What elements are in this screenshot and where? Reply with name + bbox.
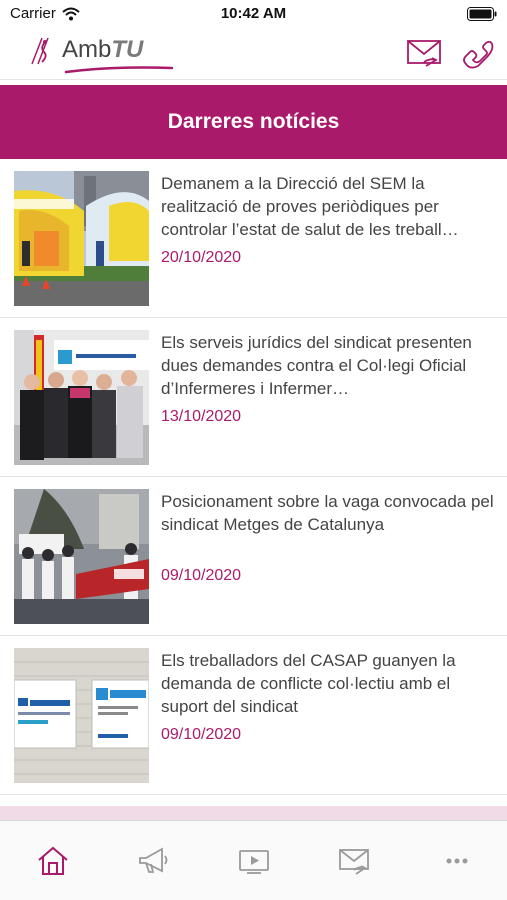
tab-more[interactable] (437, 841, 477, 881)
phone-icon[interactable] (458, 34, 496, 72)
news-item[interactable]: Demanem a la Direcció del SEM la realitz… (0, 159, 507, 318)
mail-icon[interactable] (406, 34, 444, 72)
tab-home[interactable] (33, 841, 73, 881)
video-icon (239, 850, 269, 874)
news-thumbnail (14, 171, 149, 306)
tab-bar (0, 820, 507, 900)
status-bar: Carrier 10:42 AM (0, 0, 507, 28)
tab-announcements[interactable] (133, 841, 173, 881)
news-item[interactable]: Posicionament sobre la vaga convocada pe… (0, 477, 507, 636)
more-icon (446, 858, 468, 864)
news-item[interactable]: Els treballadors del CASAP guanyen la de… (0, 636, 507, 795)
news-title: Els serveis jurídics del sindicat presen… (161, 333, 472, 398)
home-icon (38, 846, 68, 875)
news-date: 09/10/2020 (161, 567, 242, 584)
logo-text-main: Amb (62, 36, 112, 63)
logo[interactable]: AmbTU (28, 30, 174, 74)
status-time: 10:42 AM (220, 5, 287, 22)
news-list[interactable]: Demanem a la Direcció del SEM la realitz… (0, 159, 507, 795)
app-header: AmbTU (0, 28, 507, 80)
news-date: 13/10/2020 (161, 408, 242, 425)
news-item[interactable]: Els serveis jurídics del sindicat presen… (0, 318, 507, 477)
tab-video[interactable] (234, 841, 274, 881)
tab-messages[interactable] (335, 841, 375, 881)
news-thumbnail (14, 648, 149, 783)
mail-icon (339, 849, 369, 875)
logo-swoosh-icon (64, 66, 174, 74)
news-date: 20/10/2020 (161, 249, 242, 266)
megaphone-icon (139, 847, 168, 873)
section-title: Darreres notícies (167, 110, 340, 133)
logo-text-accent: TU (111, 36, 144, 63)
news-title: Els treballadors del CASAP guanyen la de… (161, 651, 456, 716)
battery-icon (467, 7, 497, 21)
logo-text: AmbTU (62, 36, 143, 64)
partial-thumbnail (0, 806, 507, 820)
news-title: Demanem a la Direcció del SEM la realitz… (161, 174, 459, 239)
logo-mark-icon (31, 37, 49, 65)
section-banner: Darreres notícies (0, 85, 507, 159)
news-title: Posicionament sobre la vaga convocada pe… (161, 492, 494, 534)
news-thumbnail (14, 330, 149, 465)
partial-news-item (0, 798, 507, 820)
news-thumbnail (14, 489, 149, 624)
news-date: 09/10/2020 (161, 726, 242, 743)
